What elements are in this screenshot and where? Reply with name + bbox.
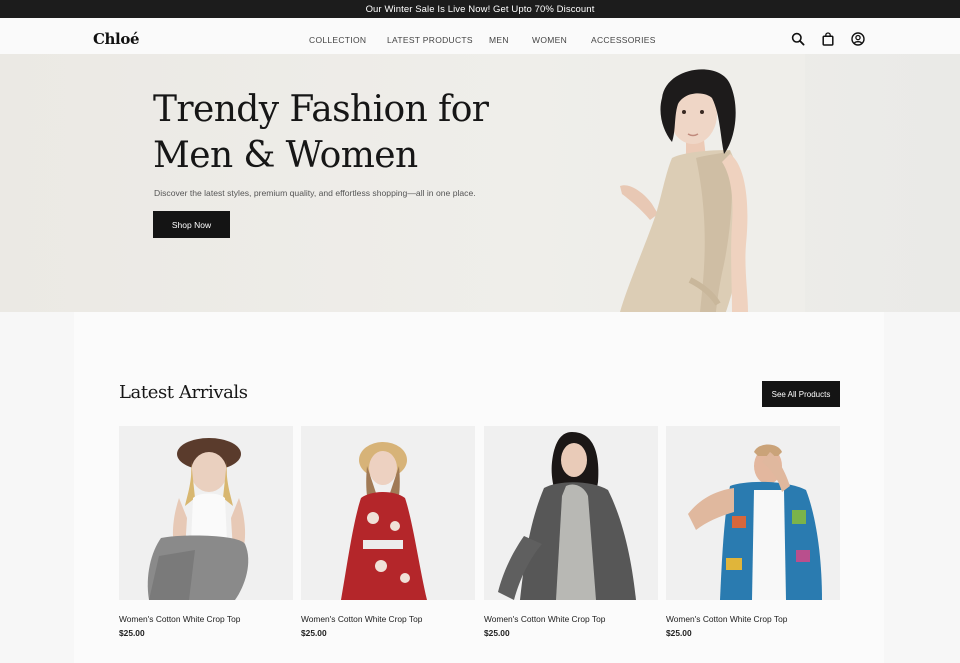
latest-arrivals-title: Latest Arrivals bbox=[119, 382, 248, 403]
shopping-bag-icon[interactable] bbox=[821, 32, 837, 48]
search-icon[interactable] bbox=[791, 32, 807, 48]
nav-collection[interactable]: COLLECTION bbox=[309, 35, 366, 45]
product-price: $25.00 bbox=[484, 628, 510, 638]
hero-title-line-1: Trendy Fashion for bbox=[153, 89, 489, 130]
nav-latest-products[interactable]: LATEST PRODUCTS bbox=[387, 35, 473, 45]
product-card[interactable]: Women's Cotton White Crop Top $25.00 bbox=[666, 426, 840, 638]
announcement-text: Our Winter Sale Is Live Now! Get Upto 70… bbox=[365, 3, 595, 15]
product-price: $25.00 bbox=[666, 628, 692, 638]
site-header: Chloé COLLECTION LATEST PRODUCTS MEN WOM… bbox=[0, 18, 960, 54]
shop-now-button[interactable]: Shop Now bbox=[153, 211, 230, 238]
hero-banner: Trendy Fashion for Men & Women Discover … bbox=[0, 54, 960, 312]
announcement-bar: Our Winter Sale Is Live Now! Get Upto 70… bbox=[0, 0, 960, 18]
product-card[interactable]: Women's Cotton White Crop Top $25.00 bbox=[484, 426, 658, 638]
hero-title-line-2: Men & Women bbox=[153, 135, 418, 176]
hero-title: Trendy Fashion for Men & Women bbox=[153, 87, 513, 179]
nav-men[interactable]: MEN bbox=[489, 35, 509, 45]
product-image[interactable] bbox=[301, 426, 475, 600]
nav-accessories[interactable]: ACCESSORIES bbox=[591, 35, 656, 45]
product-image[interactable] bbox=[666, 426, 840, 600]
product-price: $25.00 bbox=[119, 628, 145, 638]
product-price: $25.00 bbox=[301, 628, 327, 638]
product-image[interactable] bbox=[119, 426, 293, 600]
hero-subtitle: Discover the latest styles, premium qual… bbox=[154, 188, 476, 198]
product-image[interactable] bbox=[484, 426, 658, 600]
product-name[interactable]: Women's Cotton White Crop Top bbox=[119, 614, 240, 624]
product-name[interactable]: Women's Cotton White Crop Top bbox=[666, 614, 787, 624]
product-name[interactable]: Women's Cotton White Crop Top bbox=[301, 614, 422, 624]
product-name[interactable]: Women's Cotton White Crop Top bbox=[484, 614, 605, 624]
hero-model-image bbox=[600, 54, 805, 312]
nav-women[interactable]: WOMEN bbox=[532, 35, 567, 45]
product-card[interactable]: Women's Cotton White Crop Top $25.00 bbox=[119, 426, 293, 638]
product-card[interactable]: Women's Cotton White Crop Top $25.00 bbox=[301, 426, 475, 638]
brand-logo[interactable]: Chloé bbox=[93, 30, 139, 48]
account-icon[interactable] bbox=[851, 32, 867, 48]
see-all-products-button[interactable]: See All Products bbox=[762, 381, 840, 407]
